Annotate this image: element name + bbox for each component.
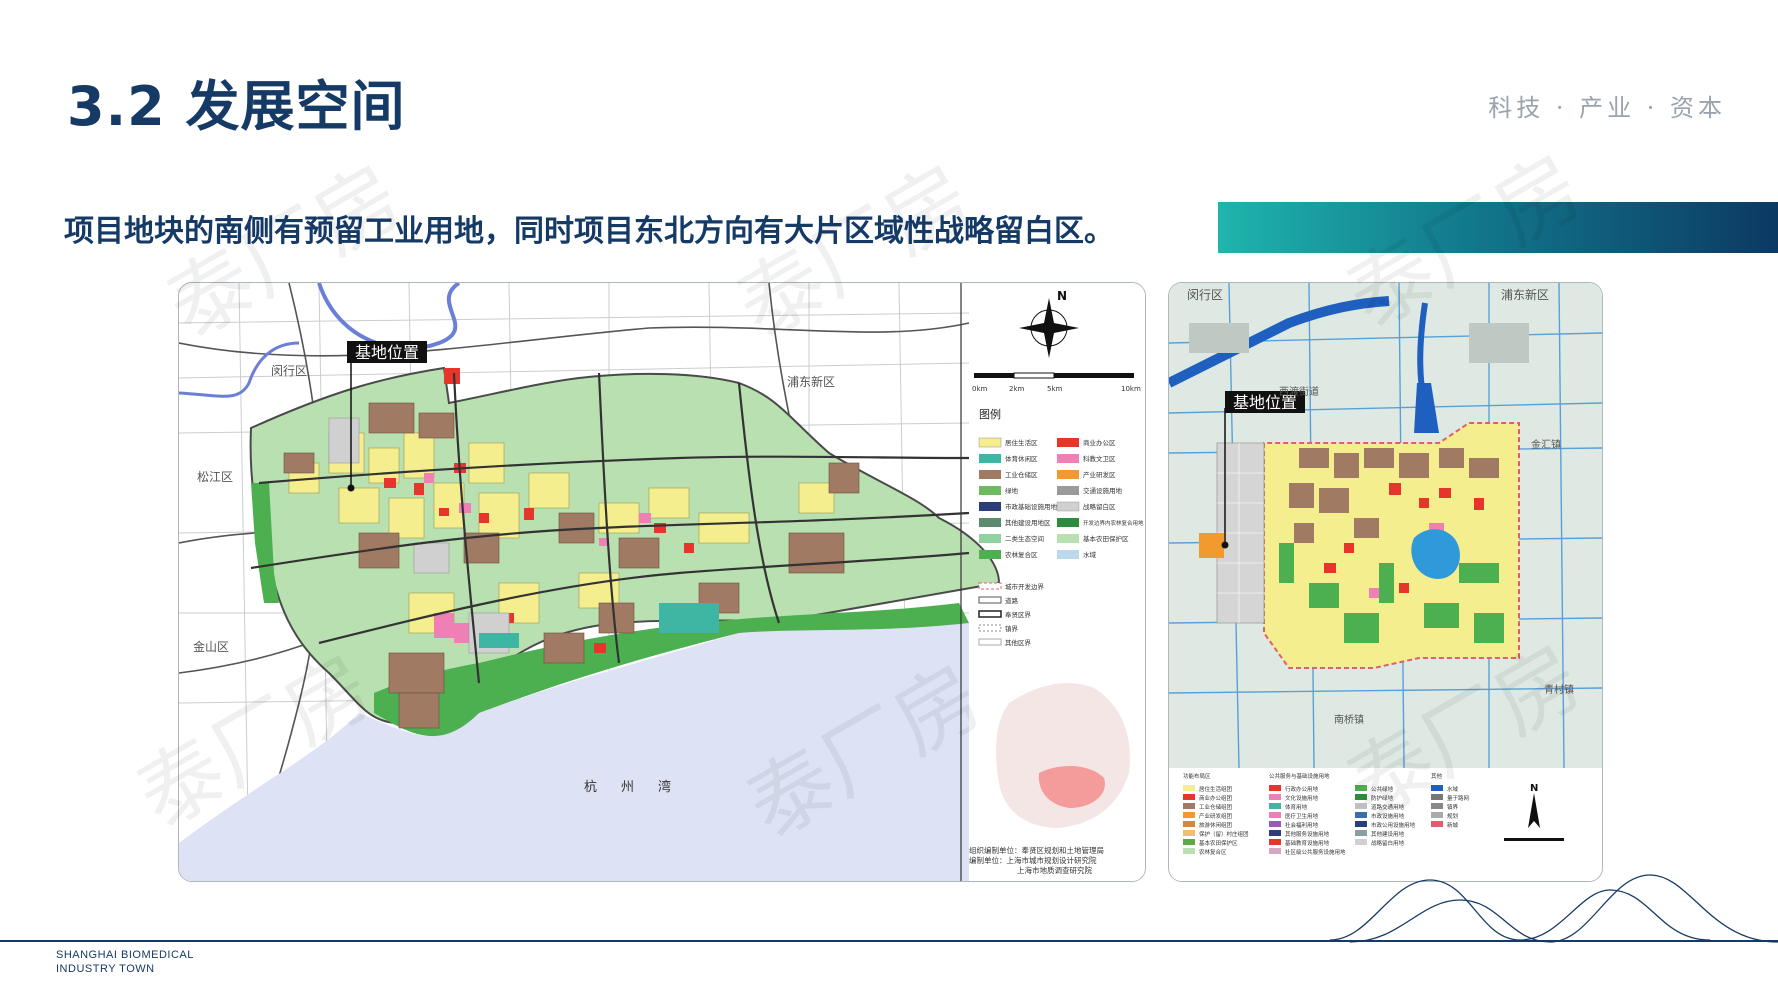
watermark: 泰厂房 [121,636,388,847]
watermark: 泰厂房 [1331,136,1598,347]
wave-graphic [1329,874,1778,943]
watermark-layer: 泰厂房 泰厂房 泰厂房 泰厂房 泰厂房 泰厂房 [121,136,1598,857]
footer-brand-line: SHANGHAI BIOMEDICAL [56,949,194,961]
footer-brand-line: INDUSTRY TOWN [56,963,155,975]
watermark: 泰厂房 [721,146,988,357]
watermark: 泰厂房 [151,146,418,357]
watermark: 泰厂房 [731,646,998,857]
watermark: 泰厂房 [1331,626,1598,837]
footer-divider [0,940,1778,942]
footer-brand: SHANGHAI BIOMEDICAL INDUSTRY TOWN [56,948,194,976]
